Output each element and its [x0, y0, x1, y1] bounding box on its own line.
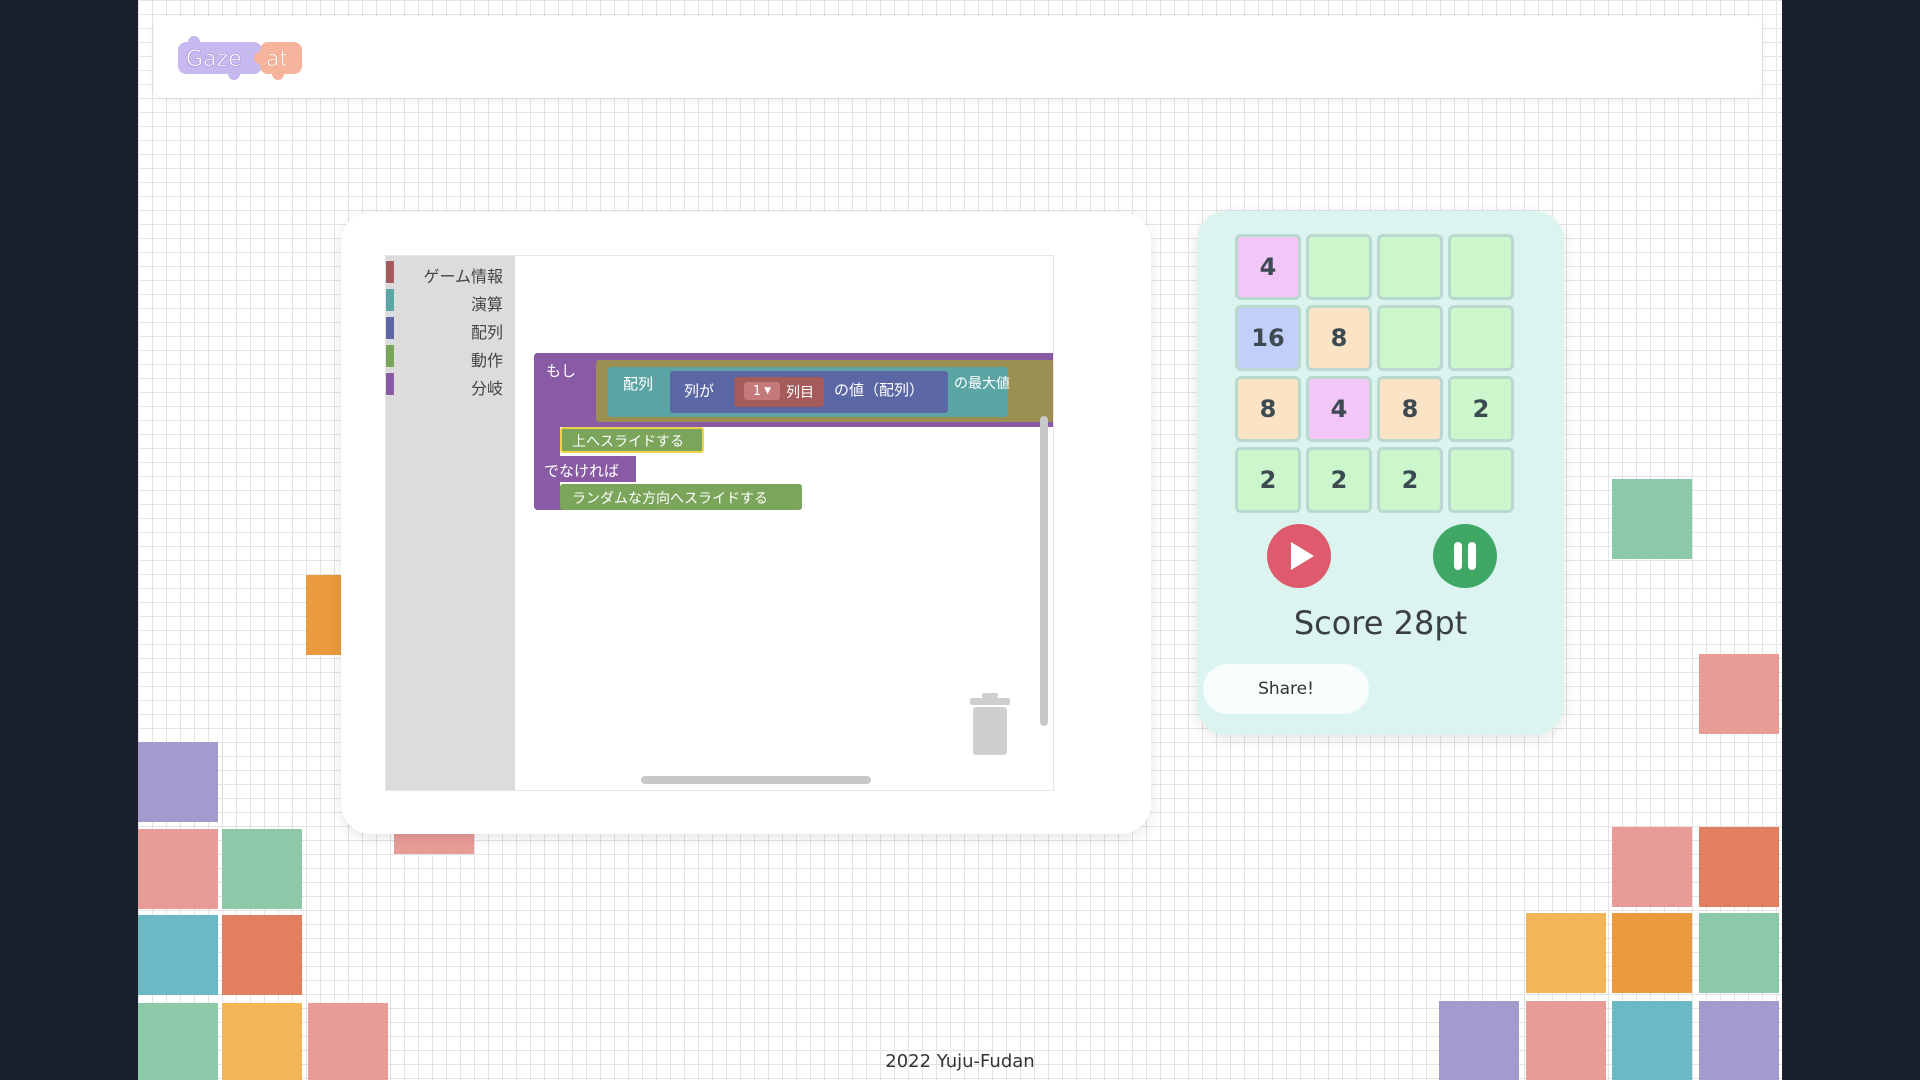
deco-square	[1699, 913, 1779, 993]
board-tile: 16	[1235, 305, 1301, 371]
toolbox-category-math[interactable]: 演算	[386, 286, 515, 314]
if-else-block[interactable]: もし でなければ 配列 列が 1 ▼ 列目 の値（配列） の最大値 上へスライド…	[534, 353, 1053, 510]
board-tile	[1377, 305, 1443, 371]
board-tile	[1377, 234, 1443, 300]
deco-square	[138, 742, 218, 822]
chevron-down-icon: ▼	[764, 386, 772, 396]
toolbox-category-game-info[interactable]: ゲーム情報	[386, 258, 515, 286]
game-board: 4 16 8 8 4 8 2 2 2 2	[1235, 234, 1523, 522]
deco-square	[138, 829, 218, 909]
deco-square	[1526, 913, 1606, 993]
category-swatch	[386, 373, 394, 395]
category-label: 演算	[470, 295, 503, 314]
svg-text:at: at	[266, 47, 288, 72]
toolbox-category-action[interactable]: 動作	[386, 342, 515, 370]
array-value-label: の値（配列）	[834, 381, 925, 399]
pause-icon	[1454, 542, 1462, 570]
category-swatch	[386, 317, 394, 339]
board-tile: 4	[1235, 234, 1301, 300]
dropdown-value: 1	[752, 383, 762, 399]
max-label: の最大値	[954, 376, 1010, 392]
header-bar: Gaze at	[154, 16, 1762, 98]
if-label: もし	[546, 362, 577, 380]
category-label: ゲーム情報	[423, 267, 503, 286]
column-dropdown[interactable]: 1 ▼	[744, 382, 780, 400]
toolbox-category-branch[interactable]: 分岐	[386, 370, 515, 398]
category-label: 分岐	[470, 379, 503, 398]
board-tile	[1306, 234, 1372, 300]
deco-square	[138, 915, 218, 995]
vertical-scrollbar[interactable]	[1040, 416, 1048, 726]
block-editor-card: ゲーム情報 演算 配列 動作 分岐 もし でなければ 配列 列が 1 ▼ 列目 …	[341, 212, 1151, 834]
category-swatch	[386, 261, 394, 283]
svg-text:Gaze: Gaze	[186, 47, 242, 72]
array-label: 配列	[623, 375, 654, 393]
board-tile: 2	[1377, 447, 1443, 513]
app-stage: Gaze at ゲーム情報 演算 配列 動作 分岐 もし でなければ 配列 列が…	[138, 0, 1782, 1080]
deco-square	[1612, 827, 1692, 907]
board-tile: 2	[1235, 447, 1301, 513]
trash-icon[interactable]	[968, 693, 1012, 755]
category-label: 動作	[470, 351, 503, 370]
horizontal-scrollbar[interactable]	[641, 776, 871, 784]
else-label: でなければ	[544, 462, 620, 480]
column-suffix: 列目	[786, 385, 814, 401]
board-tile: 2	[1306, 447, 1372, 513]
board-tile: 8	[1235, 376, 1301, 442]
deco-square	[306, 575, 344, 655]
slide-random-label: ランダムな方向へスライドする	[572, 491, 768, 507]
board-tile: 4	[1306, 376, 1372, 442]
board-tile: 8	[1377, 376, 1443, 442]
block-workspace[interactable]: ゲーム情報 演算 配列 動作 分岐 もし でなければ 配列 列が 1 ▼ 列目 …	[385, 255, 1054, 791]
column-label: 列が	[684, 382, 715, 400]
board-tile	[1448, 234, 1514, 300]
slide-up-label: 上へスライドする	[572, 434, 684, 450]
board-tile	[1448, 447, 1514, 513]
deco-square	[222, 915, 302, 995]
deco-square	[222, 829, 302, 909]
category-swatch	[386, 289, 394, 311]
toolbox-category-array[interactable]: 配列	[386, 314, 515, 342]
board-tile: 8	[1306, 305, 1372, 371]
deco-square	[1612, 913, 1692, 993]
footer-credit: 2022 Yuju-Fudan	[885, 1051, 1035, 1072]
toolbox: ゲーム情報 演算 配列 動作 分岐	[386, 256, 515, 790]
share-button[interactable]: Share!	[1203, 664, 1369, 714]
deco-square	[1612, 479, 1692, 559]
pause-button[interactable]	[1433, 524, 1497, 588]
board-tile	[1448, 305, 1514, 371]
deco-square	[1699, 654, 1779, 734]
board-tile: 2	[1448, 376, 1514, 442]
category-label: 配列	[470, 323, 503, 342]
deco-square	[1699, 827, 1779, 907]
play-button[interactable]	[1267, 524, 1331, 588]
category-swatch	[386, 345, 394, 367]
game-card: 4 16 8 8 4 8 2 2 2 2 Score 28pt Share!	[1197, 211, 1564, 735]
score-display: Score 28pt	[1293, 604, 1468, 642]
app-logo[interactable]: Gaze at	[174, 32, 306, 82]
